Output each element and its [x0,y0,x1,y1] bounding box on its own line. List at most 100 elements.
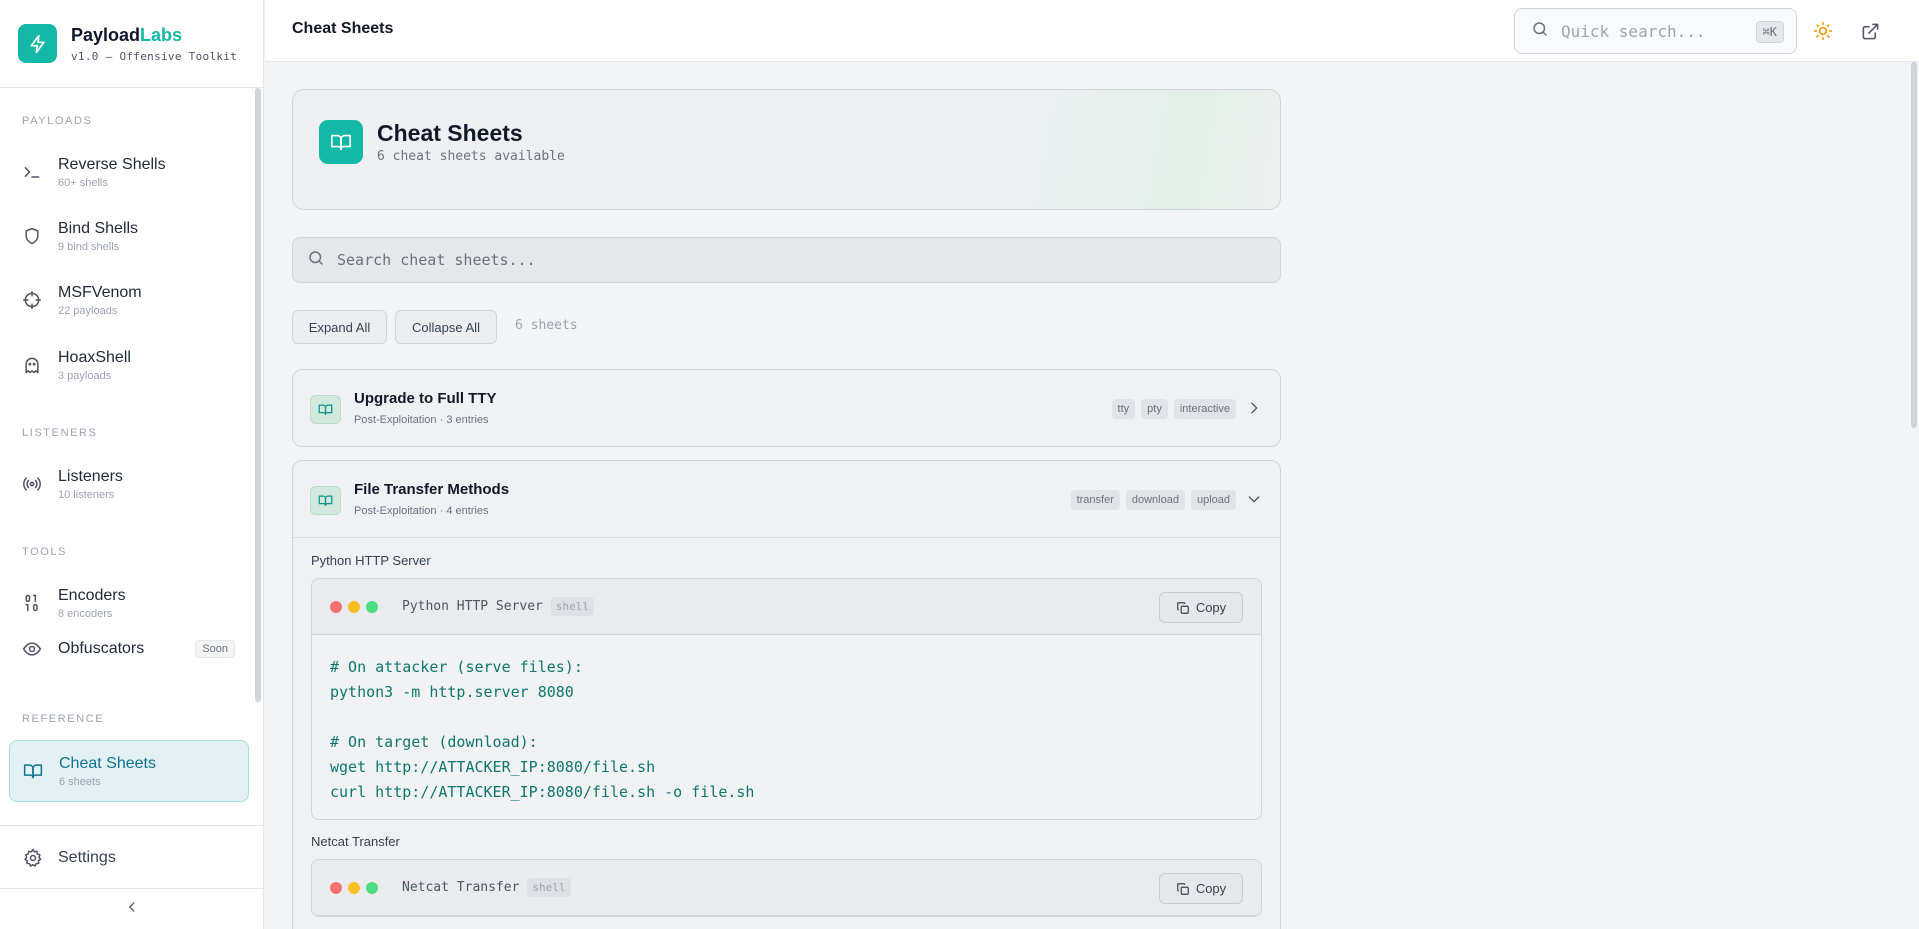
gear-icon [22,847,44,869]
copy-icon [1176,601,1189,614]
expand-all-button[interactable]: Expand All [292,310,387,344]
sidebar-item-sub: 60+ shells [58,176,108,189]
collapse-all-button[interactable]: Collapse All [395,310,497,344]
hero-subtitle: 6 cheat sheets available [377,149,565,164]
book-icon [310,486,341,515]
sidebar-item-msfvenom[interactable]: MSFVenom 22 payloads [9,270,249,330]
sheet-count: 6 sheets [515,318,578,333]
page-title: Cheat Sheets [292,20,394,37]
hero-banner: Cheat Sheets 6 cheat sheets available [292,89,1281,210]
tag: pty [1141,399,1168,419]
external-link-icon[interactable] [1859,20,1881,42]
chevron-right-icon [1246,400,1262,416]
window-dot-yellow [348,881,360,894]
copy-button[interactable]: Copy [1159,873,1243,904]
cheat-sheet-body: Python HTTP Server Python HTTP Server sh… [293,537,1280,917]
collapse-sidebar-button[interactable] [0,888,264,929]
terminal-icon [21,161,43,183]
brand[interactable]: PayloadLabs v1.0 — Offensive Toolkit [0,0,263,88]
sidebar-item-sub: 10 listeners [58,488,115,501]
book-icon [319,120,363,164]
tag: download [1125,490,1185,510]
page-scrollbar[interactable] [1911,62,1917,428]
section-label-tools: TOOLS [22,546,68,558]
sidebar-item-cheat-sheets[interactable]: Cheat Sheets 6 sheets [9,740,249,802]
settings-link[interactable]: Settings [0,825,264,889]
quick-search-placeholder: Quick search... [1561,21,1706,41]
tag: tty [1111,399,1136,419]
search-icon [1531,20,1549,43]
section-label-payloads: PAYLOADS [22,115,93,127]
code-block-header: Python HTTP Server shell Copy [312,579,1261,635]
radio-icon [21,473,43,495]
shield-icon [21,225,43,247]
section-label-listeners: LISTENERS [22,427,98,439]
chevron-down-icon [1246,491,1262,507]
cheat-sheet-search-input[interactable]: Search cheat sheets... [292,237,1281,283]
binary-icon [21,592,43,614]
sidebar-item-sub: 8 encoders [58,607,113,620]
cheat-sheet-title: File Transfer Methods [354,481,510,498]
code-block: Netcat Transfer shell Copy [311,859,1262,917]
copy-icon [1176,882,1189,895]
copy-label: Copy [1195,881,1227,896]
sun-icon[interactable] [1812,20,1834,42]
sidebar-item-label: Obfuscators [58,640,145,657]
sidebar-item-encoders[interactable]: Encoders 8 encoders [9,573,249,633]
language-badge: shell [527,878,571,897]
sidebar-item-label: HoaxShell [58,348,131,366]
code-content[interactable]: # On attacker (serve files): python3 -m … [312,635,1261,819]
code-block-name: Netcat Transfer [402,880,520,895]
cheat-sheet-card: File Transfer Methods Post-Exploitation … [292,460,1281,929]
eye-icon [21,638,43,660]
code-block-name: Python HTTP Server [402,599,543,614]
search-placeholder: Search cheat sheets... [337,251,536,269]
copy-button[interactable]: Copy [1159,592,1243,623]
sidebar-item-hoaxshell[interactable]: HoaxShell 3 payloads [9,335,249,395]
sidebar-item-reverse-shells[interactable]: Reverse Shells 60+ shells [9,142,249,202]
code-block-header: Netcat Transfer shell Copy [312,860,1261,916]
chevron-left-icon [125,900,139,919]
window-dot-green [366,600,378,613]
sidebar-item-label: Listeners [58,467,123,485]
window-dot-yellow [348,600,360,613]
sidebar-item-sub: 9 bind shells [58,240,120,253]
sidebar-item-label: Cheat Sheets [59,754,156,772]
window-dot-red [330,881,342,894]
tag: interactive [1173,399,1236,419]
book-icon [310,395,341,424]
book-icon [22,760,44,782]
tag: transfer [1070,490,1120,510]
window-dot-green [366,881,378,894]
sidebar-item-label: Encoders [58,586,126,604]
sidebar-item-sub: 3 payloads [58,369,112,382]
sidebar: PayloadLabs v1.0 — Offensive Toolkit PAY… [0,0,264,929]
cheat-sheet-title: Upgrade to Full TTY [354,390,497,407]
lightning-icon [18,24,57,63]
tag: upload [1190,490,1236,510]
soon-badge: Soon [195,640,235,658]
sidebar-item-listeners[interactable]: Listeners 10 listeners [9,454,249,514]
window-dot-red [330,600,342,613]
sidebar-item-label: Bind Shells [58,219,139,237]
cheat-sheet-header[interactable]: Upgrade to Full TTY Post-Exploitation · … [293,370,1280,446]
entry-title: Netcat Transfer [311,834,400,849]
sidebar-nav: PAYLOADS Reverse Shells 60+ shells Bind … [0,88,264,825]
entry-title: Python HTTP Server [311,553,431,568]
sidebar-item-bind-shells[interactable]: Bind Shells 9 bind shells [9,206,249,266]
top-header: Cheat Sheets Quick search... ⌘K [265,0,1919,62]
cheat-sheet-meta: Post-Exploitation · 3 entries [354,414,489,426]
cheat-sheet-header[interactable]: File Transfer Methods Post-Exploitation … [293,461,1280,537]
search-icon [307,249,325,272]
code-block: Python HTTP Server shell Copy # On attac… [311,578,1262,820]
sidebar-item-sub: 6 sheets [59,775,101,788]
sidebar-item-sub: 22 payloads [58,304,118,317]
sidebar-scrollbar[interactable] [255,88,261,702]
brand-name: PayloadLabs [71,24,183,45]
quick-search-input[interactable]: Quick search... ⌘K [1514,8,1797,54]
ghost-icon [21,354,43,376]
cheat-sheet-card: Upgrade to Full TTY Post-Exploitation · … [292,369,1281,447]
shortcut-badge: ⌘K [1755,21,1784,43]
hero-title: Cheat Sheets [377,120,523,146]
sidebar-item-obfuscators[interactable]: Obfuscators Soon [9,627,249,671]
